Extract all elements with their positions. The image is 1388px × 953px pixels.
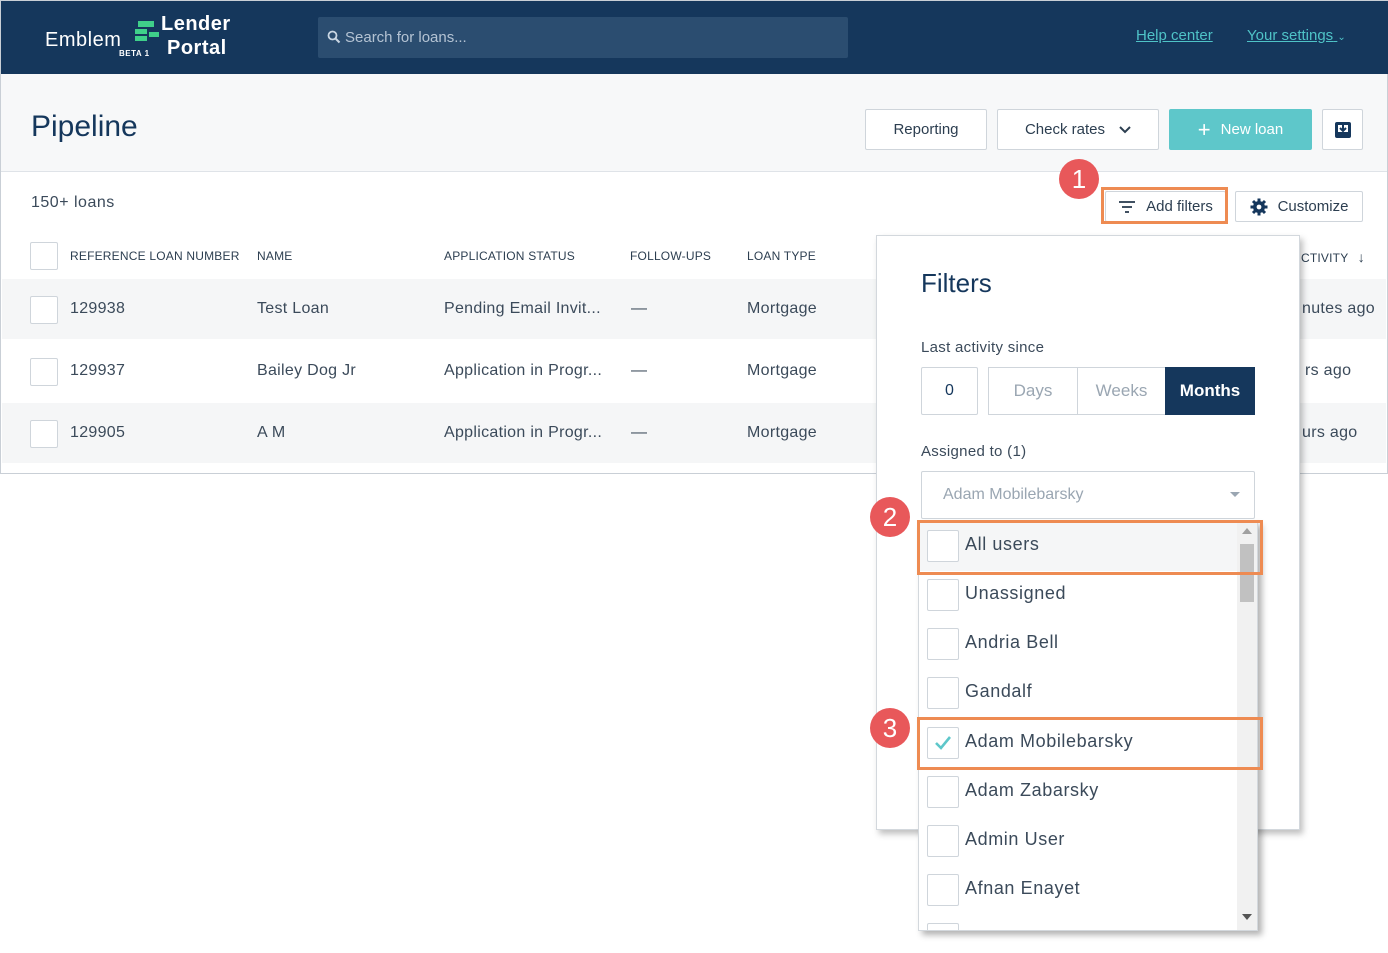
check-rates-button[interactable]: Check rates — [997, 109, 1159, 150]
cell-reference: 129905 — [70, 424, 126, 441]
option-checkbox[interactable] — [927, 923, 959, 930]
chevron-down-icon: ⌄ — [1337, 32, 1346, 43]
option-andria-bell[interactable]: Andria Bell — [919, 620, 1237, 669]
option-checkbox[interactable] — [927, 874, 959, 906]
option-checkbox[interactable] — [927, 776, 959, 808]
option-checkbox[interactable] — [927, 825, 959, 857]
annotation-highlight-adam-mobilebarsky — [917, 717, 1263, 770]
cell-followups: — — [631, 300, 648, 317]
assigned-to-select[interactable]: Adam Mobilebarsky — [921, 471, 1255, 519]
logo-mark-icon — [135, 21, 159, 41]
row-checkbox[interactable] — [30, 296, 58, 324]
cell-loan-type: Mortgage — [747, 362, 817, 379]
search-input[interactable] — [345, 17, 835, 58]
column-application-status[interactable]: APPLICATION STATUS — [444, 249, 575, 263]
gear-icon — [1250, 198, 1268, 215]
row-checkbox[interactable] — [30, 420, 58, 448]
new-loan-button[interactable]: + New loan — [1169, 109, 1312, 150]
column-follow-ups[interactable]: FOLLOW-UPS — [630, 249, 711, 263]
column-last-activity-label: CTIVITY — [1301, 251, 1349, 265]
cell-status: Pending Email Invit... — [444, 300, 601, 317]
help-center-link[interactable]: Help center — [1136, 27, 1213, 44]
download-icon — [1334, 121, 1351, 138]
annotation-highlight-add-filters — [1101, 187, 1228, 224]
assigned-to-label: Assigned to (1) — [921, 443, 1027, 460]
customize-button[interactable]: Customize — [1235, 191, 1363, 222]
option-checkbox[interactable] — [927, 677, 959, 709]
scroll-down-arrow-icon[interactable] — [1242, 914, 1252, 920]
row-checkbox[interactable] — [30, 358, 58, 386]
cell-last-activity: nutes ago — [1302, 300, 1375, 317]
logo-lender-text: Lender — [161, 13, 231, 35]
option-checkbox[interactable] — [927, 579, 959, 611]
option-afnan-enayet[interactable]: Afnan Enayet — [919, 866, 1237, 915]
option-partial[interactable] — [919, 915, 1237, 930]
check-rates-label: Check rates — [1024, 121, 1106, 138]
cell-name: Bailey Dog Jr — [257, 362, 357, 379]
column-name[interactable]: NAME — [257, 249, 292, 263]
cell-reference: 129937 — [70, 362, 126, 379]
annotation-badge-1: 1 — [1059, 159, 1099, 199]
new-loan-label: New loan — [1220, 121, 1284, 138]
loan-search-bar[interactable] — [318, 17, 848, 58]
cell-followups: — — [631, 362, 648, 379]
option-label: Andria Bell — [965, 632, 1059, 652]
caret-down-icon — [1230, 492, 1240, 497]
top-navigation-bar: Emblem BETA 1 Lender Portal Help center … — [1, 1, 1388, 74]
logo-portal-text: Portal — [167, 37, 227, 59]
option-label: Gandalf — [965, 681, 1033, 701]
unit-months-button[interactable]: Months — [1165, 367, 1255, 415]
option-label: Adam Zabarsky — [965, 780, 1099, 800]
logo-beta-text: BETA 1 — [119, 49, 150, 58]
cell-followups: — — [631, 424, 648, 441]
arrow-down-icon: ↓ — [1357, 249, 1365, 265]
your-settings-label: Your settings — [1247, 27, 1334, 44]
option-unassigned[interactable]: Unassigned — [919, 571, 1237, 620]
chevron-down-icon — [1119, 125, 1131, 133]
page-header: Pipeline Reporting Check rates + New loa… — [1, 74, 1387, 172]
option-adam-zabarsky[interactable]: Adam Zabarsky — [919, 768, 1237, 817]
plus-icon: + — [1197, 116, 1211, 142]
assigned-to-value: Adam Mobilebarsky — [943, 486, 1084, 503]
your-settings-link[interactable]: Your settings ⌄ — [1247, 27, 1347, 44]
option-label: Afnan Enayet — [965, 878, 1081, 898]
option-label: Admin User — [965, 829, 1066, 849]
select-all-checkbox[interactable] — [30, 242, 58, 270]
cell-name: A M — [257, 424, 286, 441]
unit-weeks-button[interactable]: Weeks — [1077, 367, 1166, 415]
cell-status: Application in Progr... — [444, 424, 603, 441]
cell-status: Application in Progr... — [444, 362, 603, 379]
option-checkbox[interactable] — [927, 628, 959, 660]
emblem-logo[interactable]: Emblem BETA 1 Lender Portal — [45, 13, 245, 63]
logo-emblem-text: Emblem — [45, 29, 122, 51]
column-last-activity[interactable]: CTIVITY ↓ — [1301, 249, 1365, 265]
option-gandalf[interactable]: Gandalf — [919, 669, 1237, 718]
download-button[interactable] — [1322, 109, 1363, 150]
reporting-button[interactable]: Reporting — [865, 109, 987, 150]
cell-name: Test Loan — [257, 300, 330, 317]
column-loan-type[interactable]: LOAN TYPE — [747, 249, 816, 263]
option-label: Unassigned — [965, 583, 1067, 603]
cell-loan-type: Mortgage — [747, 300, 817, 317]
unit-days-button[interactable]: Days — [988, 367, 1078, 415]
last-activity-number-input[interactable]: 0 — [921, 367, 978, 415]
search-icon — [327, 30, 341, 44]
filters-title: Filters — [921, 268, 992, 298]
cell-reference: 129938 — [70, 300, 126, 317]
cell-last-activity: rs ago — [1305, 362, 1352, 379]
cell-last-activity: urs ago — [1302, 424, 1358, 441]
cell-loan-type: Mortgage — [747, 424, 817, 441]
loan-count: 150+ loans — [31, 194, 115, 211]
annotation-highlight-all-users — [917, 520, 1263, 575]
customize-label: Customize — [1277, 198, 1349, 215]
annotation-badge-3: 3 — [870, 708, 910, 748]
annotation-badge-2: 2 — [870, 497, 910, 537]
last-activity-label: Last activity since — [921, 339, 1045, 356]
option-admin-user[interactable]: Admin User — [919, 817, 1237, 866]
page-title: Pipeline — [31, 110, 138, 143]
column-reference-loan-number[interactable]: REFERENCE LOAN NUMBER — [70, 249, 240, 263]
